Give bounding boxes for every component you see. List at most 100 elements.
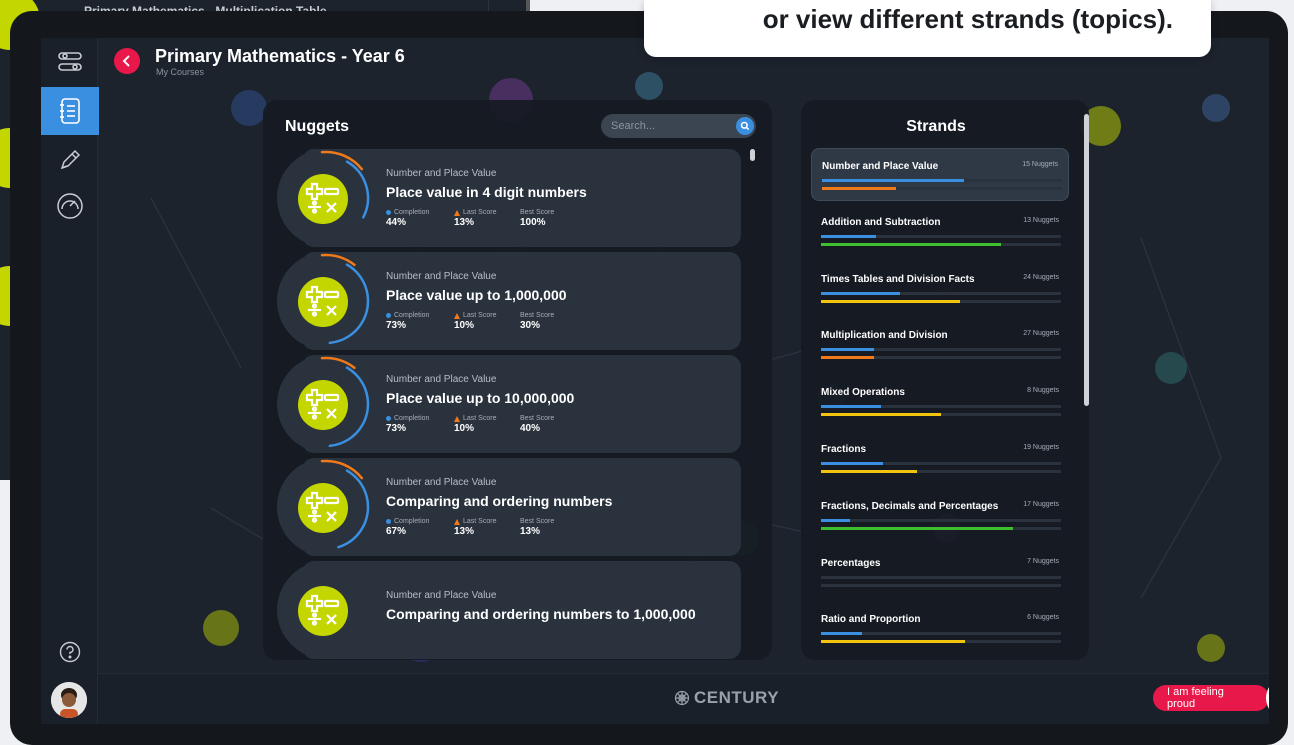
strands-title: Strands	[906, 118, 966, 135]
sidebar-item-courses[interactable]	[41, 87, 99, 135]
last-score-label-text: Last Score	[463, 312, 497, 319]
completion-stat: Completion 73%	[386, 312, 429, 331]
last-score-stat: Last Score 10%	[454, 415, 496, 434]
strand-name: Fractions	[821, 444, 867, 455]
nugget-card[interactable]: Number and Place Value Place value up to …	[277, 355, 741, 453]
back-button[interactable]	[114, 48, 140, 74]
completion-value: 73%	[386, 320, 407, 331]
strand-score-bar	[821, 413, 941, 417]
notebook-icon	[60, 98, 80, 124]
strand-score-bar-track	[821, 526, 1061, 530]
strand-score-bar-track	[822, 187, 1062, 190]
last-score-value: 13%	[454, 217, 475, 228]
search-box[interactable]	[601, 114, 756, 138]
last-score-label: Last Score	[454, 312, 496, 319]
last-score-label-text: Last Score	[463, 415, 497, 422]
nugget-name: Place value up to 10,000,000	[386, 390, 575, 406]
settings-button[interactable]	[41, 38, 99, 86]
math-operations-icon	[298, 277, 348, 327]
feeling-button[interactable]: I am feeling proud	[1153, 685, 1269, 711]
nuggets-panel: Nuggets Number and Place Value Place valu…	[263, 100, 772, 660]
nugget-strand: Number and Place Value	[386, 168, 497, 179]
strand-completion-bar	[821, 462, 884, 465]
strand-item[interactable]: Multiplication and Division 27 Nuggets	[811, 318, 1069, 371]
completion-label-text: Completion	[394, 518, 430, 525]
century-logo: CENTURY	[674, 688, 779, 708]
strand-item[interactable]: Ratio and Proportion 6 Nuggets	[811, 602, 1069, 655]
best-score-label: Best Score	[520, 415, 554, 422]
completion-label: Completion	[386, 312, 429, 319]
nugget-card[interactable]: Number and Place Value Place value up to …	[277, 252, 741, 350]
last-score-triangle-icon	[454, 518, 460, 525]
completion-stat: Completion 73%	[386, 415, 429, 434]
completion-dot-icon	[386, 519, 391, 524]
completion-label: Completion	[386, 209, 429, 216]
gauge-icon	[57, 193, 83, 219]
completion-value: 44%	[386, 217, 407, 228]
strand-item[interactable]: Addition and Subtraction 13 Nuggets	[811, 205, 1069, 258]
nuggets-scrollbar[interactable]	[750, 149, 755, 161]
strand-item[interactable]: Fractions 19 Nuggets	[811, 432, 1069, 485]
nugget-card[interactable]: Number and Place Value Comparing and orde…	[277, 561, 741, 659]
strand-item[interactable]: Number and Place Value 15 Nuggets	[811, 148, 1069, 201]
relieved-face-icon[interactable]	[1266, 677, 1269, 719]
strands-scrollbar[interactable]	[1084, 114, 1089, 406]
strand-score-bar-track	[821, 583, 1061, 587]
best-score-stat: Best Score 30%	[520, 312, 554, 331]
strand-completion-bar-track	[821, 632, 1061, 636]
best-score-label-text: Best Score	[520, 415, 555, 422]
nugget-strand: Number and Place Value	[386, 271, 497, 282]
completion-value: 73%	[386, 423, 407, 434]
tooltip-text: or view different strands (topics).	[762, 4, 1173, 34]
last-score-stat: Last Score 13%	[454, 209, 496, 228]
settings-sliders-icon	[58, 52, 82, 71]
search-input[interactable]	[611, 118, 731, 134]
century-logo-icon	[674, 690, 690, 706]
strand-completion-bar	[822, 179, 964, 182]
strand-name: Times Tables and Division Facts	[821, 273, 975, 285]
strand-nugget-count: 19 Nuggets	[1023, 444, 1059, 451]
nugget-name: Place value up to 1,000,000	[386, 287, 567, 303]
avatar[interactable]	[51, 682, 87, 718]
completion-stat: Completion 67%	[386, 518, 429, 537]
last-score-label-text: Last Score	[463, 209, 497, 216]
completion-label-text: Completion	[394, 312, 430, 319]
help-button[interactable]	[41, 628, 99, 676]
nugget-name: Comparing and ordering numbers	[386, 493, 613, 509]
strand-nugget-count: 15 Nuggets	[1022, 161, 1058, 168]
strand-item[interactable]: Mixed Operations 8 Nuggets	[811, 375, 1069, 428]
strand-item[interactable]: Fractions, Decimals and Percentages 17 Nu…	[811, 489, 1069, 542]
tutorial-tooltip: or view different strands (topics).	[644, 0, 1211, 57]
strand-completion-bar	[821, 405, 881, 409]
nugget-card[interactable]: Number and Place Value Place value in 4 d…	[277, 149, 741, 247]
math-operations-icon	[298, 586, 348, 636]
sidebar	[41, 38, 99, 724]
app-screen: Primary Mathematics - Year 6 My Courses …	[41, 38, 1269, 724]
strand-item[interactable]: Times Tables and Division Facts 24 Nugget…	[811, 262, 1069, 315]
completion-label-text: Completion	[394, 209, 430, 216]
strand-score-bar	[821, 470, 917, 473]
strand-item[interactable]: Percentages 7 Nuggets	[811, 546, 1069, 599]
strand-nugget-count: 7 Nuggets	[1027, 557, 1059, 565]
math-operations-icon	[298, 483, 348, 533]
nugget-strand: Number and Place Value	[386, 374, 497, 385]
best-score-label: Best Score	[520, 209, 554, 216]
nugget-card[interactable]: Number and Place Value Comparing and orde…	[277, 458, 741, 556]
search-icon[interactable]	[736, 117, 754, 135]
strand-completion-bar-track	[821, 462, 1061, 465]
sidebar-item-write[interactable]	[41, 136, 99, 184]
breadcrumb[interactable]: My Courses	[156, 67, 204, 77]
last-score-label-text: Last Score	[463, 518, 497, 525]
last-score-value: 10%	[454, 320, 475, 331]
last-score-triangle-icon	[454, 415, 460, 422]
completion-dot-icon	[386, 210, 391, 215]
last-score-triangle-icon	[454, 312, 460, 319]
sidebar-item-dashboard[interactable]	[41, 182, 99, 230]
strand-completion-bar-track	[821, 405, 1061, 409]
strand-score-bar-track	[821, 640, 1061, 644]
strand-name: Number and Place Value	[822, 161, 939, 172]
strand-completion-bar-track	[821, 575, 1061, 579]
best-score-value: 40%	[520, 423, 541, 434]
strand-name: Fractions, Decimals and Percentages	[821, 500, 999, 512]
strand-name: Addition and Subtraction	[821, 216, 941, 228]
